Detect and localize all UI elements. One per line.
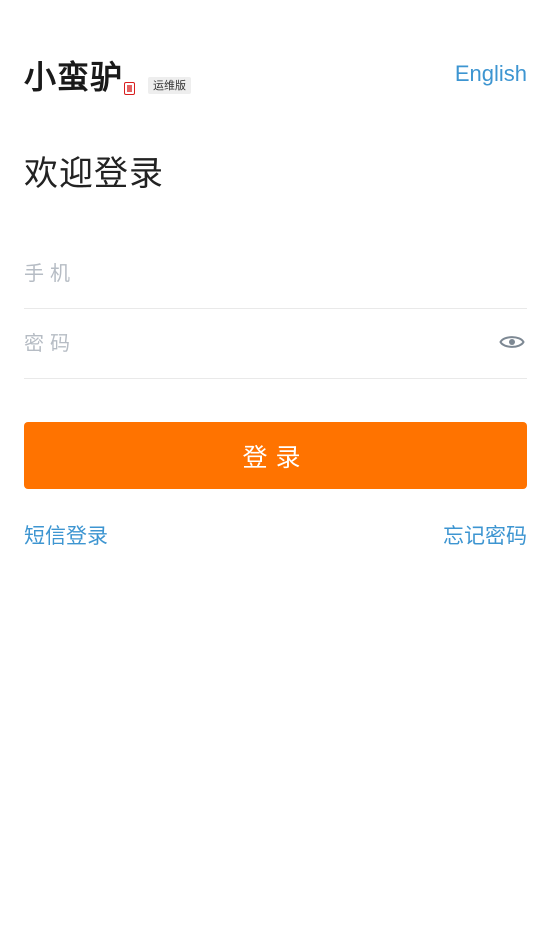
phone-field [24,238,527,309]
auth-links: 短信登录 忘记密码 [24,521,527,551]
logo-text: 小蛮驴 [24,58,124,96]
eye-icon[interactable] [499,332,525,352]
login-button[interactable]: 登录 [24,422,527,489]
language-switch-link[interactable]: English [455,60,527,88]
phone-input[interactable] [24,238,464,308]
app-logo: 小蛮驴 运维版 [24,56,192,98]
forgot-password-link[interactable]: 忘记密码 [443,521,527,551]
page-title: 欢迎登录 [24,154,164,194]
sms-login-link[interactable]: 短信登录 [24,521,108,551]
password-field [24,308,527,379]
login-page: 小蛮驴 运维版 English 欢迎登录 登录 短信登录 忘记密码 [0,0,552,940]
password-input[interactable] [24,308,464,378]
header: 小蛮驴 运维版 English [24,56,527,100]
seal-icon [124,82,136,95]
edition-badge: 运维版 [148,77,192,94]
